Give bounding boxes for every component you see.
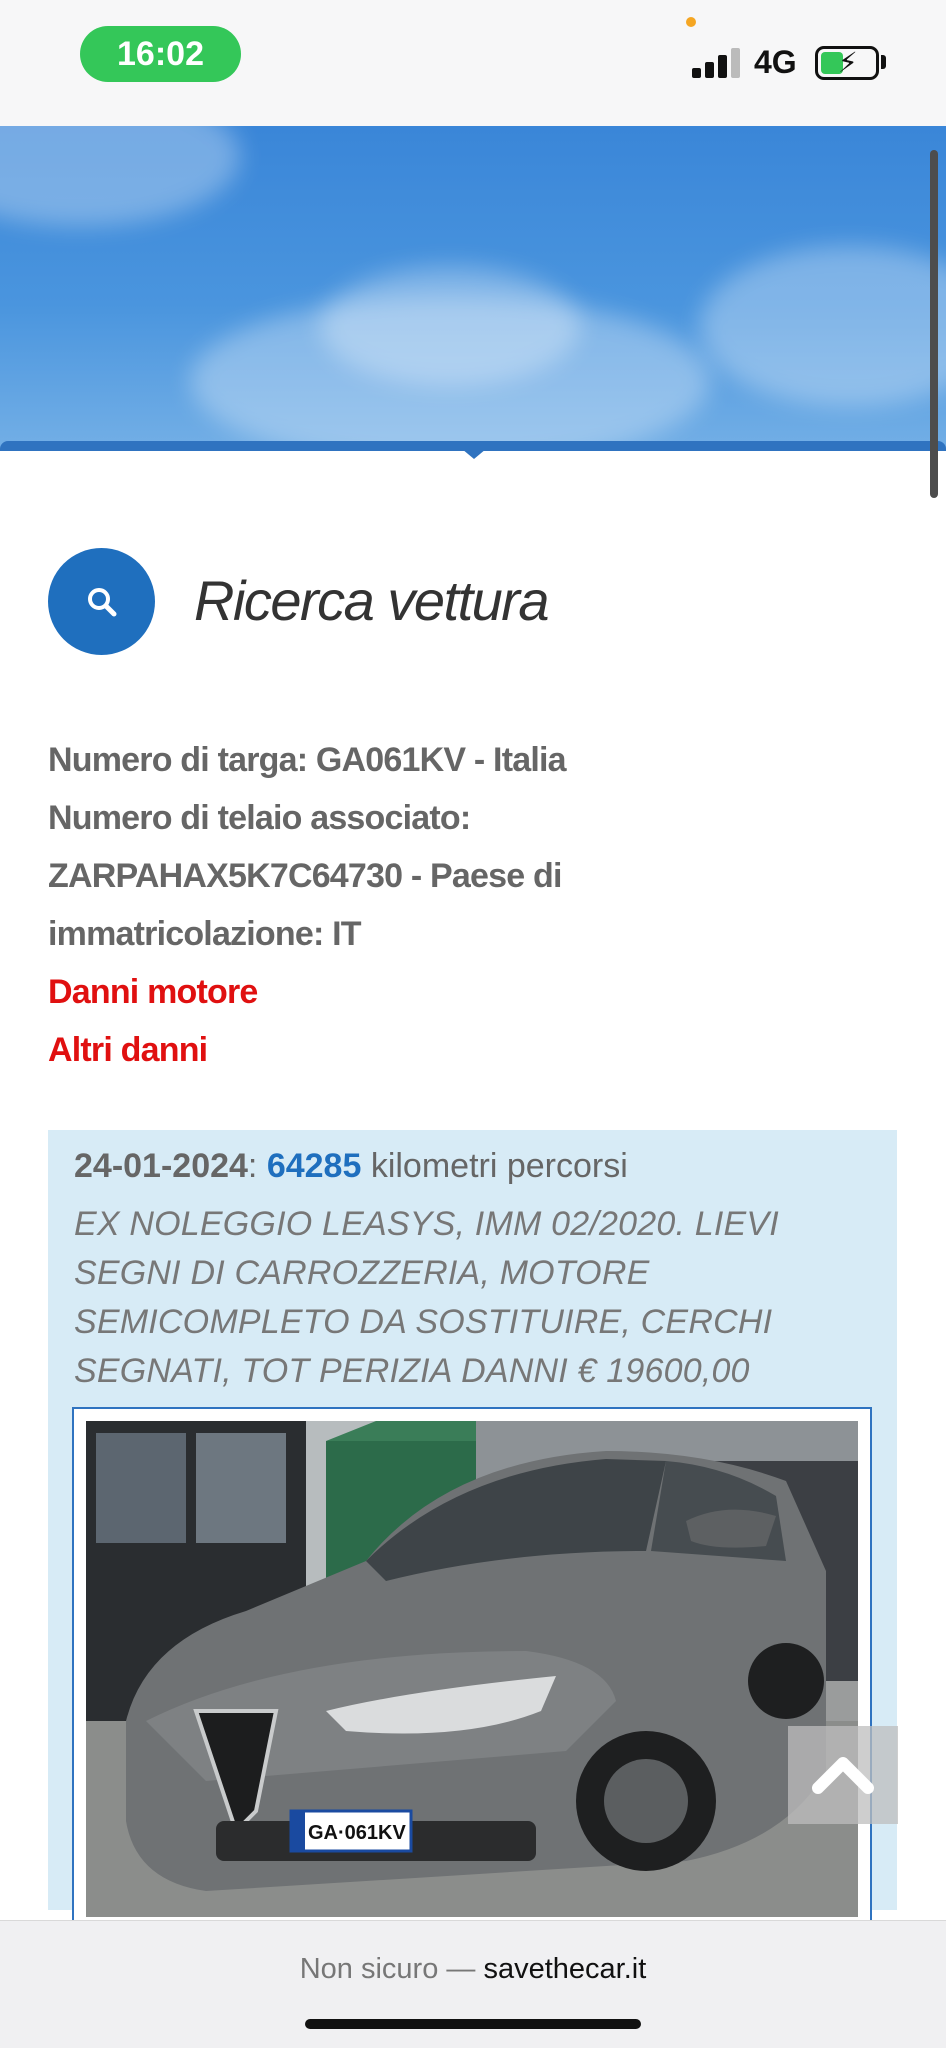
- not-secure-label: Non sicuro —: [299, 1953, 476, 1985]
- address-bar[interactable]: Non sicuro — savethecar.it: [0, 1953, 946, 1986]
- hero-notch: [462, 449, 486, 459]
- plate-line: Numero di targa: GA061KV - Italia: [48, 741, 567, 779]
- browser-bottom-bar: Non sicuro — savethecar.it: [0, 1920, 946, 2048]
- scroll-to-top-button[interactable]: [788, 1726, 898, 1824]
- url-domain: savethecar.it: [483, 1953, 647, 1985]
- page-title: Ricerca vettura: [194, 569, 550, 632]
- record-km: 64285: [266, 1147, 362, 1185]
- hero-sky-banner: [0, 126, 946, 451]
- engine-damage-link[interactable]: Danni motore: [48, 963, 688, 1021]
- scrollbar[interactable]: [930, 150, 938, 498]
- record-date: 24-01-2024: [74, 1147, 248, 1185]
- history-record-card: 24-01-2024: 64285 kilometri percorsi EX …: [48, 1130, 897, 1927]
- record-km-label: kilometri percorsi: [361, 1147, 628, 1185]
- photo-plate-text: GA·061KV: [308, 1822, 406, 1844]
- other-damage-link[interactable]: Altri danni: [48, 1021, 688, 1079]
- cellular-signal-icon: [692, 48, 740, 78]
- battery-icon: ⚡: [815, 46, 879, 80]
- record-separator: :: [247, 1147, 267, 1185]
- network-type: 4G: [754, 44, 797, 80]
- vin-line: Numero di telaio associato: ZARPAHAX5K7C…: [48, 799, 562, 953]
- car-photo-frame[interactable]: GA·061KV: [72, 1407, 872, 1927]
- home-indicator[interactable]: [305, 2019, 641, 2029]
- search-circle-button[interactable]: [48, 548, 155, 655]
- record-description: EX NOLEGGIO LEASYS, IMM 02/2020. LIEVI S…: [74, 1205, 779, 1390]
- car-photo: GA·061KV: [86, 1421, 858, 1917]
- chevron-up-icon: [812, 1757, 874, 1794]
- vehicle-info: Numero di targa: GA061KV - Italia Numero…: [48, 731, 688, 1079]
- privacy-indicator-dot: [686, 17, 696, 27]
- status-time: 16:02: [80, 26, 241, 82]
- status-bar: 16:02 4G ⚡: [0, 0, 946, 126]
- battery-tip: [881, 55, 886, 69]
- search-icon: [88, 588, 117, 617]
- record-header: 24-01-2024: 64285 kilometri percorsi: [74, 1147, 628, 1186]
